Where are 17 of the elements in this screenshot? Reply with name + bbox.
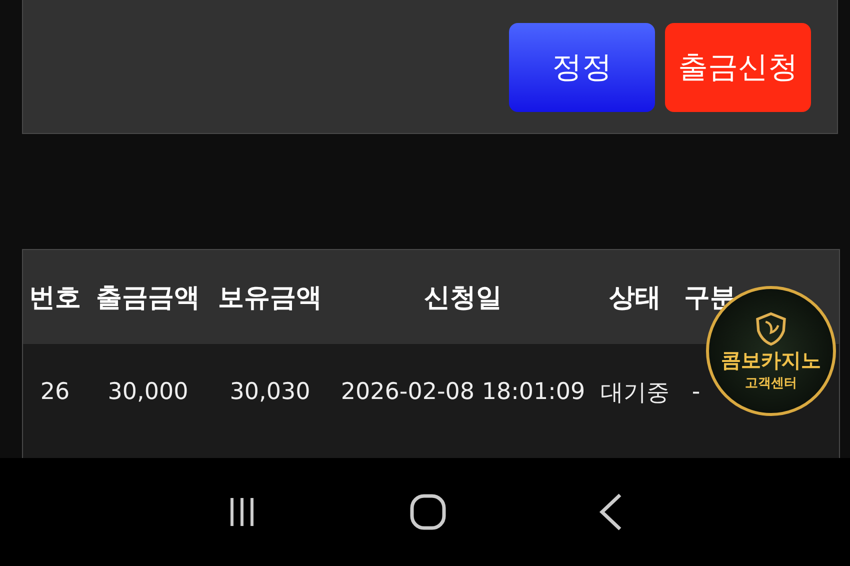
edit-button[interactable]: 정정 xyxy=(509,23,655,112)
badge-subtitle: 고객센터 xyxy=(745,374,797,392)
table-cell-text: 2026-02-08 18:01:09 xyxy=(340,379,586,405)
badge-title: 콤보카지노 xyxy=(721,346,821,374)
table-cell-text: 26 xyxy=(39,379,71,405)
table-cell-text: - xyxy=(690,379,702,405)
table-cell-text: 대기중 xyxy=(600,378,670,408)
column-header: 상태 xyxy=(608,282,662,314)
withdraw-button[interactable]: 출금신청 xyxy=(665,23,811,112)
home-icon[interactable] xyxy=(408,492,448,532)
column-header: 신청일 xyxy=(423,282,503,314)
column-header: 번호 xyxy=(28,282,82,314)
column-header: 보유금액 xyxy=(217,282,323,314)
table-cell-text: 30,000 xyxy=(106,379,190,405)
table-cell-text: 30,030 xyxy=(228,379,312,405)
column-header: 출금금액 xyxy=(95,282,201,314)
shield-icon xyxy=(753,310,789,346)
